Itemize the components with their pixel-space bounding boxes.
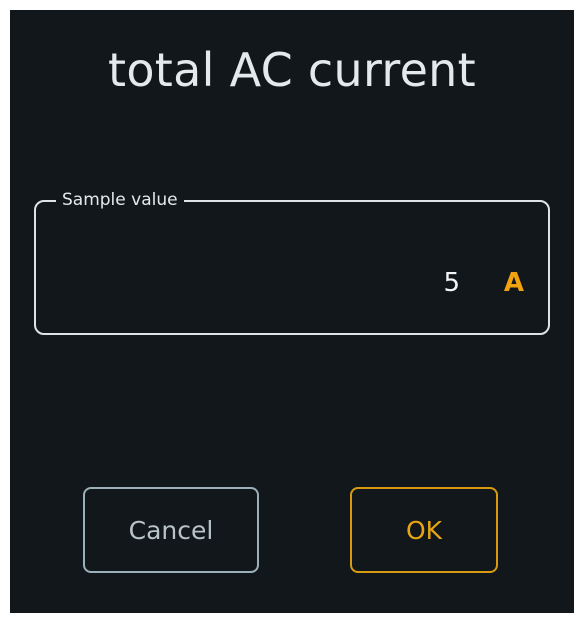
ok-button[interactable]: OK xyxy=(350,487,498,573)
value-input-dialog: total AC current Sample value 5 A Cancel… xyxy=(10,10,574,613)
dialog-title: total AC current xyxy=(108,43,476,97)
sample-value-label: Sample value xyxy=(56,188,184,212)
sample-value-number[interactable]: 5 xyxy=(443,266,460,300)
cancel-button[interactable]: Cancel xyxy=(83,487,259,573)
unit-label: A xyxy=(503,268,524,298)
sample-value-field[interactable]: Sample value 5 A xyxy=(34,188,550,335)
